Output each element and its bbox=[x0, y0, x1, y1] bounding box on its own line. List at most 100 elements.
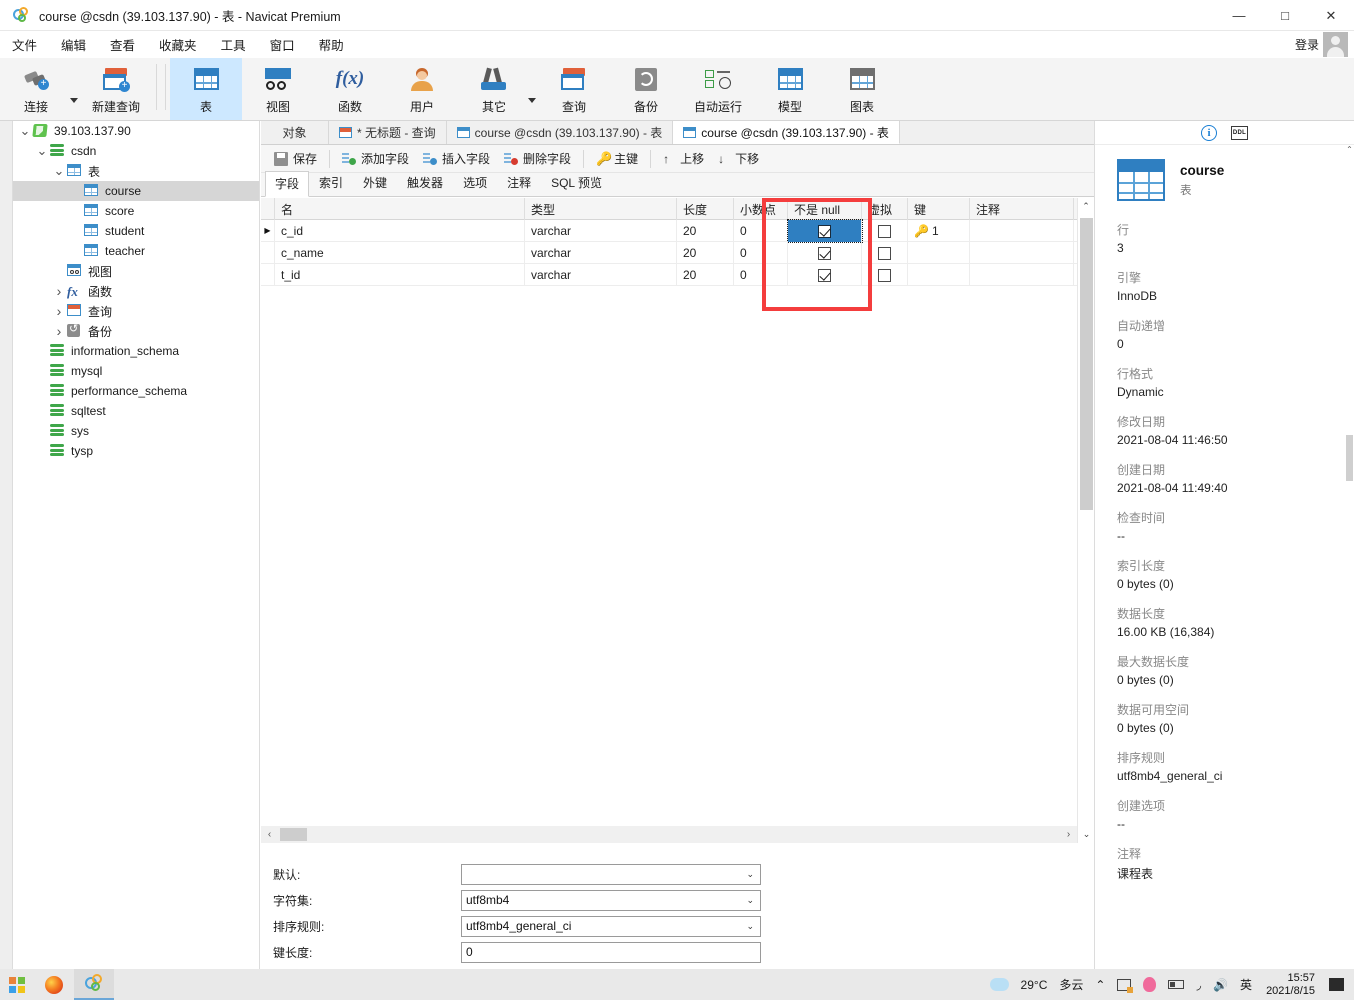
column-header-6[interactable]: 键 bbox=[908, 198, 970, 220]
not-null-checkbox[interactable] bbox=[818, 247, 831, 260]
cell-field-key[interactable]: 🔑1 bbox=[908, 220, 970, 242]
cell-field-virtual[interactable] bbox=[862, 242, 908, 264]
subtab-0[interactable]: 字段 bbox=[265, 171, 309, 197]
object-tree-sidebar[interactable]: 39.103.137.90csdn表coursescorestudentteac… bbox=[13, 121, 260, 969]
chevron-down-icon[interactable]: ⌄ bbox=[746, 869, 754, 880]
virtual-checkbox[interactable] bbox=[878, 269, 891, 282]
scroll-right-arrow[interactable]: › bbox=[1060, 829, 1077, 840]
weather-description[interactable]: 多云 bbox=[1053, 976, 1089, 993]
field-row[interactable]: c_namevarchar200 bbox=[261, 242, 1094, 264]
editor-tab-0[interactable]: 对象 bbox=[261, 121, 329, 144]
tree-node-sqltest[interactable]: sqltest bbox=[13, 401, 259, 421]
form-select-0[interactable]: ⌄ bbox=[461, 864, 761, 885]
column-header-7[interactable]: 注释 bbox=[970, 198, 1074, 220]
column-header-0[interactable]: 名 bbox=[275, 198, 525, 220]
cell-field-comment[interactable] bbox=[970, 242, 1074, 264]
ribbon-button-table[interactable]: 表 bbox=[170, 58, 242, 120]
tree-node-course[interactable]: course bbox=[13, 181, 259, 201]
tree-node-student[interactable]: student bbox=[13, 221, 259, 241]
tree-node-information_schema[interactable]: information_schema bbox=[13, 341, 259, 361]
cell-field-name[interactable]: t_id bbox=[275, 264, 525, 286]
chevron-right-icon[interactable] bbox=[51, 283, 67, 299]
tree-node-3910313790[interactable]: 39.103.137.90 bbox=[13, 121, 259, 141]
chevron-down-icon[interactable] bbox=[17, 128, 33, 134]
subtab-1[interactable]: 索引 bbox=[309, 170, 353, 196]
subtab-2[interactable]: 外键 bbox=[353, 170, 397, 196]
ribbon-button-view[interactable]: 视图 bbox=[242, 58, 314, 120]
ime-indicator[interactable]: 英 bbox=[1234, 976, 1258, 993]
weather-cloud-icon[interactable] bbox=[984, 978, 1015, 991]
scroll-up-arrow[interactable]: ⌃ bbox=[1078, 198, 1094, 215]
form-select-1[interactable]: utf8mb4⌄ bbox=[461, 890, 761, 911]
tree-node-[interactable]: fx函数 bbox=[13, 281, 259, 301]
cell-field-comment[interactable] bbox=[970, 264, 1074, 286]
ribbon-button-model[interactable]: 模型 bbox=[754, 58, 826, 120]
minimize-button[interactable]: — bbox=[1216, 0, 1262, 31]
tree-node-mysql[interactable]: mysql bbox=[13, 361, 259, 381]
cell-field-not-null[interactable] bbox=[788, 242, 862, 264]
virtual-checkbox[interactable] bbox=[878, 247, 891, 260]
editor-tab-1[interactable]: * 无标题 - 查询 bbox=[329, 121, 447, 144]
menu-item-1[interactable]: 编辑 bbox=[49, 32, 98, 57]
horizontal-scroll-thumb[interactable] bbox=[280, 828, 307, 841]
grid-vertical-scrollbar[interactable]: ⌃ ⌄ bbox=[1077, 198, 1094, 843]
editor-tab-2[interactable]: course @csdn (39.103.137.90) - 表 bbox=[447, 121, 674, 144]
cell-field-not-null[interactable] bbox=[788, 264, 862, 286]
info-scroll-thumb[interactable] bbox=[1346, 435, 1353, 481]
action-add-field[interactable]: 添加字段 bbox=[335, 148, 416, 170]
avatar[interactable] bbox=[1323, 32, 1348, 57]
cell-field-key[interactable] bbox=[908, 264, 970, 286]
menu-item-3[interactable]: 收藏夹 bbox=[147, 32, 209, 57]
tree-node-[interactable]: 备份 bbox=[13, 321, 259, 341]
form-select-2[interactable]: utf8mb4_general_ci⌄ bbox=[461, 916, 761, 937]
menu-item-5[interactable]: 窗口 bbox=[258, 32, 307, 57]
ribbon-button-function-fx[interactable]: f(x)函数 bbox=[314, 58, 386, 120]
column-header-2[interactable]: 长度 bbox=[677, 198, 734, 220]
action-save[interactable]: 保存 bbox=[267, 148, 324, 170]
cell-field-decimals[interactable]: 0 bbox=[734, 264, 788, 286]
cell-field-length[interactable]: 20 bbox=[677, 220, 734, 242]
battery-icon[interactable] bbox=[1162, 980, 1190, 989]
tree-node-[interactable]: 视图 bbox=[13, 261, 259, 281]
cell-field-key[interactable] bbox=[908, 242, 970, 264]
info-icon[interactable]: i bbox=[1201, 125, 1217, 141]
menu-item-4[interactable]: 工具 bbox=[209, 32, 258, 57]
field-grid-body[interactable]: c_idvarchar200🔑1c_namevarchar200t_idvarc… bbox=[261, 220, 1094, 286]
cell-field-name[interactable]: c_name bbox=[275, 242, 525, 264]
menu-item-2[interactable]: 查看 bbox=[98, 32, 147, 57]
chevron-down-icon[interactable]: ⌄ bbox=[746, 895, 754, 906]
action-primary-key[interactable]: 🔑主键 bbox=[589, 148, 645, 170]
tree-node-tysp[interactable]: tysp bbox=[13, 441, 259, 461]
chevron-down-icon[interactable] bbox=[34, 148, 50, 154]
cell-field-type[interactable]: varchar bbox=[525, 264, 677, 286]
column-header-4[interactable]: 不是 null bbox=[788, 198, 862, 220]
not-null-checkbox[interactable] bbox=[818, 269, 831, 282]
cell-field-length[interactable]: 20 bbox=[677, 242, 734, 264]
ribbon-button-backup[interactable]: 备份 bbox=[610, 58, 682, 120]
ribbon-button-chart[interactable]: 图表 bbox=[826, 58, 898, 120]
tree-node-performance_schema[interactable]: performance_schema bbox=[13, 381, 259, 401]
ddl-icon[interactable]: DDL bbox=[1231, 126, 1248, 140]
horizontal-scroll-track[interactable] bbox=[278, 826, 1060, 843]
cell-field-virtual[interactable] bbox=[862, 264, 908, 286]
tree-node-csdn[interactable]: csdn bbox=[13, 141, 259, 161]
subtab-6[interactable]: SQL 预览 bbox=[541, 170, 612, 196]
chevron-up-icon[interactable]: ⌃ bbox=[1089, 978, 1111, 992]
grid-horizontal-scrollbar[interactable]: ‹ › bbox=[261, 826, 1077, 843]
column-header-1[interactable]: 类型 bbox=[525, 198, 677, 220]
tree-node-sys[interactable]: sys bbox=[13, 421, 259, 441]
action-delete-field[interactable]: 删除字段 bbox=[497, 148, 578, 170]
volume-icon[interactable]: 🔊 bbox=[1207, 978, 1234, 992]
editor-tab-3[interactable]: course @csdn (39.103.137.90) - 表 bbox=[673, 121, 900, 144]
scroll-down-arrow[interactable]: ⌄ bbox=[1078, 826, 1095, 843]
taskbar-navicat-icon[interactable] bbox=[74, 969, 114, 1000]
login-link[interactable]: 登录 bbox=[1295, 36, 1319, 53]
wifi-icon[interactable]: ◞ bbox=[1190, 978, 1207, 992]
qq-penguin-icon[interactable] bbox=[1137, 977, 1162, 992]
info-panel-scrollbar[interactable]: ⌃ bbox=[1345, 145, 1354, 969]
ribbon-button-tools-wrench[interactable]: 其它 bbox=[458, 58, 530, 120]
cell-field-comment[interactable] bbox=[970, 220, 1074, 242]
weather-temperature[interactable]: 29°C bbox=[1015, 978, 1054, 992]
cell-field-name[interactable]: c_id bbox=[275, 220, 525, 242]
ribbon-button-new-query[interactable]: +新建查询 bbox=[80, 58, 152, 120]
